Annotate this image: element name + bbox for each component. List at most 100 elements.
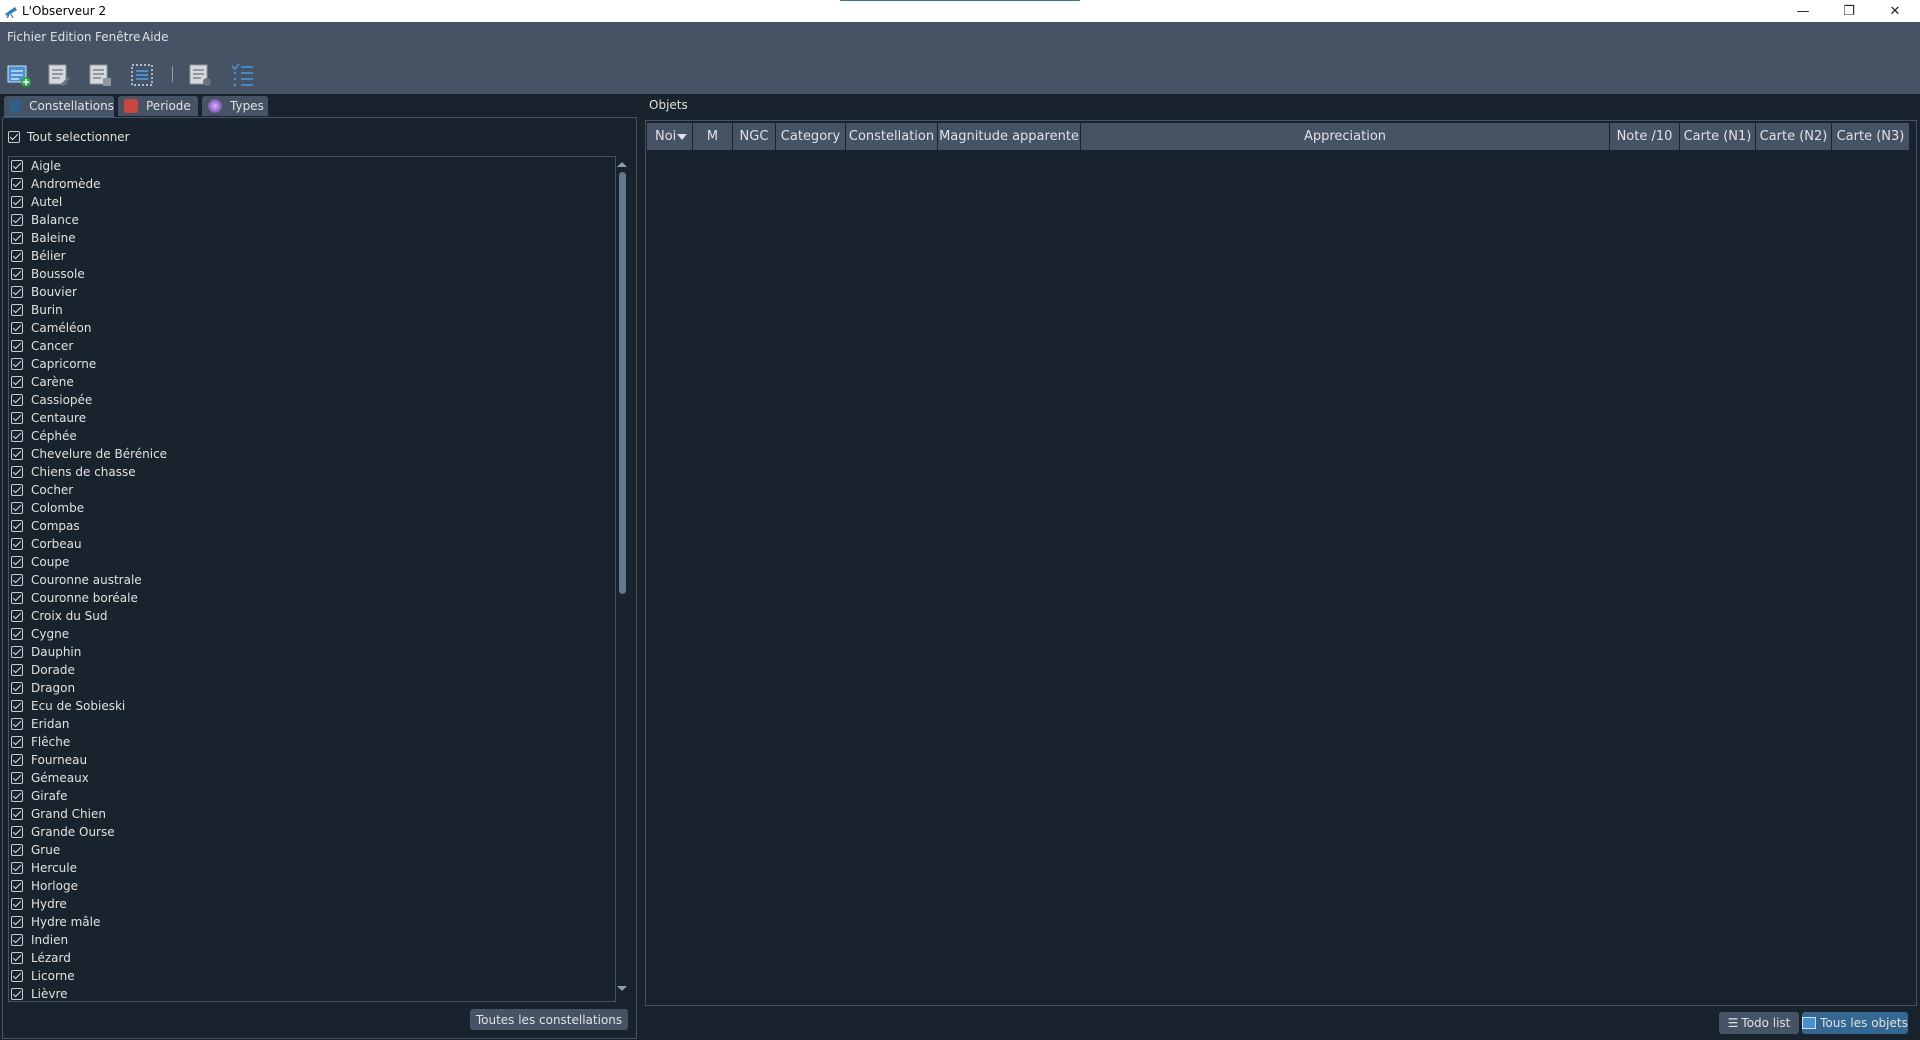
constellation-checkbox[interactable] xyxy=(11,880,23,892)
minimize-button[interactable]: — xyxy=(1780,0,1826,22)
list-view-button[interactable] xyxy=(228,61,256,89)
constellation-checkbox[interactable] xyxy=(11,772,23,784)
constellation-checkbox[interactable] xyxy=(11,934,23,946)
constellation-checkbox[interactable] xyxy=(11,286,23,298)
column-header-appreciation[interactable]: Appreciation xyxy=(1081,123,1610,150)
list-item[interactable]: Hydre xyxy=(9,895,615,913)
tab-constellations[interactable]: Constellations xyxy=(4,96,114,118)
list-item[interactable]: Lézard xyxy=(9,949,615,967)
list-item[interactable]: Hercule xyxy=(9,859,615,877)
list-item[interactable]: Cassiopée xyxy=(9,391,615,409)
list-item[interactable]: Licorne xyxy=(9,967,615,985)
constellation-checkbox[interactable] xyxy=(11,376,23,388)
constellation-checkbox[interactable] xyxy=(11,232,23,244)
constellation-checkbox[interactable] xyxy=(11,862,23,874)
list-item[interactable]: Cocher xyxy=(9,481,615,499)
constellation-checkbox[interactable] xyxy=(11,520,23,532)
column-header-carte-n2[interactable]: Carte (N2) xyxy=(1756,123,1832,150)
constellation-checkbox[interactable] xyxy=(11,160,23,172)
list-item[interactable]: Eridan xyxy=(9,715,615,733)
list-item[interactable]: Dragon xyxy=(9,679,615,697)
list-item[interactable]: Aigle xyxy=(9,157,615,175)
constellation-checkbox[interactable] xyxy=(11,214,23,226)
list-item[interactable]: Caméléon xyxy=(9,319,615,337)
constellation-checkbox[interactable] xyxy=(11,250,23,262)
list-item[interactable]: Balance xyxy=(9,211,615,229)
list-item[interactable]: Bouvier xyxy=(9,283,615,301)
list-item[interactable]: Burin xyxy=(9,301,615,319)
column-header-constellation[interactable]: Constellation xyxy=(846,123,938,150)
constellation-checkbox[interactable] xyxy=(11,358,23,370)
constellation-checkbox[interactable] xyxy=(11,808,23,820)
column-header-nom[interactable]: Noi xyxy=(647,123,693,150)
column-header-carte-n3[interactable]: Carte (N3) xyxy=(1832,123,1910,150)
list-item[interactable]: Boussole xyxy=(9,265,615,283)
list-item[interactable]: Dauphin xyxy=(9,643,615,661)
constellation-checkbox[interactable] xyxy=(11,844,23,856)
constellation-checkbox[interactable] xyxy=(11,268,23,280)
constellation-checkbox[interactable] xyxy=(11,196,23,208)
menu-aide[interactable]: Aide xyxy=(142,30,169,44)
constellation-checkbox[interactable] xyxy=(11,790,23,802)
constellation-checkbox[interactable] xyxy=(11,970,23,982)
constellation-checkbox[interactable] xyxy=(11,826,23,838)
list-item[interactable]: Dorade xyxy=(9,661,615,679)
list-item[interactable]: Flêche xyxy=(9,733,615,751)
select-all-checkbox[interactable]: Tout selectionner xyxy=(8,130,130,144)
list-item[interactable]: Cancer xyxy=(9,337,615,355)
constellation-checkbox[interactable] xyxy=(11,952,23,964)
list-item[interactable]: Carène xyxy=(9,373,615,391)
constellation-checkbox[interactable] xyxy=(11,538,23,550)
list-item[interactable]: Horloge xyxy=(9,877,615,895)
select-all-button[interactable] xyxy=(128,61,156,89)
list-item[interactable]: Autel xyxy=(9,193,615,211)
constellation-checkbox[interactable] xyxy=(11,304,23,316)
all-constellations-button[interactable]: Toutes les constellations xyxy=(470,1009,628,1030)
list-item[interactable]: Andromède xyxy=(9,175,615,193)
constellation-checkbox[interactable] xyxy=(11,610,23,622)
constellation-checkbox[interactable] xyxy=(11,736,23,748)
list-item[interactable]: Gémeaux xyxy=(9,769,615,787)
list-item[interactable]: Chiens de chasse xyxy=(9,463,615,481)
all-objects-button[interactable]: Tous les objets xyxy=(1802,1012,1908,1034)
list-item[interactable]: Colombe xyxy=(9,499,615,517)
export-button[interactable] xyxy=(186,61,214,89)
constellation-checkbox[interactable] xyxy=(11,898,23,910)
list-item[interactable]: Céphée xyxy=(9,427,615,445)
menu-fichier[interactable]: Fichier xyxy=(7,30,46,44)
list-item[interactable]: Ecu de Sobieski xyxy=(9,697,615,715)
constellation-checkbox[interactable] xyxy=(11,178,23,190)
constellation-checkbox[interactable] xyxy=(11,628,23,640)
list-item[interactable]: Couronne australe xyxy=(9,571,615,589)
list-item[interactable]: Lièvre xyxy=(9,985,615,1001)
constellation-checkbox[interactable] xyxy=(11,394,23,406)
constellation-checkbox[interactable] xyxy=(11,322,23,334)
tab-periode[interactable]: Periode xyxy=(118,96,198,116)
delete-observation-button[interactable] xyxy=(86,61,114,89)
list-item[interactable]: Croix du Sud xyxy=(9,607,615,625)
constellation-checkbox[interactable] xyxy=(11,718,23,730)
list-item[interactable]: Girafe xyxy=(9,787,615,805)
todo-list-button[interactable]: ☰ Todo list xyxy=(1719,1012,1799,1034)
constellation-checkbox[interactable] xyxy=(11,484,23,496)
constellation-checkbox[interactable] xyxy=(11,412,23,424)
list-item[interactable]: Grande Ourse xyxy=(9,823,615,841)
list-item[interactable]: Chevelure de Bérénice xyxy=(9,445,615,463)
scroll-up-icon[interactable] xyxy=(617,162,627,167)
scrollbar-thumb[interactable] xyxy=(619,172,626,594)
constellation-checkbox[interactable] xyxy=(11,646,23,658)
list-item[interactable]: Couronne boréale xyxy=(9,589,615,607)
list-item[interactable]: Capricorne xyxy=(9,355,615,373)
menu-fenetre[interactable]: Fenêtre xyxy=(95,30,140,44)
constellation-checkbox[interactable] xyxy=(11,466,23,478)
constellation-checkbox[interactable] xyxy=(11,700,23,712)
constellation-checkbox[interactable] xyxy=(11,340,23,352)
constellation-checkbox[interactable] xyxy=(11,430,23,442)
restore-button[interactable]: ❐ xyxy=(1826,0,1872,22)
list-item[interactable]: Hydre mâle xyxy=(9,913,615,931)
list-item[interactable]: Indien xyxy=(9,931,615,949)
constellation-checkbox[interactable] xyxy=(11,916,23,928)
constellation-checkbox[interactable] xyxy=(11,574,23,586)
list-item[interactable]: Cygne xyxy=(9,625,615,643)
constellation-checkbox[interactable] xyxy=(11,988,23,1000)
